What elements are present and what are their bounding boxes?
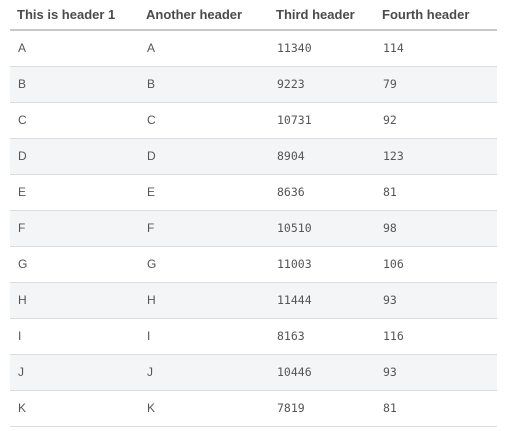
table-cell: 114 [375, 30, 497, 67]
table-cell: B [10, 66, 139, 103]
table-header: This is header 1 Another header Third he… [10, 0, 497, 31]
table-cell: H [10, 282, 139, 319]
table-row: B B 9223 79 [10, 66, 497, 103]
table-cell: 10731 [269, 102, 375, 139]
table-cell: A [10, 30, 139, 67]
table-cell: 81 [375, 390, 497, 427]
table-row: F F 10510 98 [10, 210, 497, 247]
table-cell: 11340 [269, 30, 375, 67]
table-cell: A [139, 30, 269, 67]
table-cell: H [139, 282, 269, 319]
table-cell: 106 [375, 246, 497, 283]
table-cell: D [10, 138, 139, 175]
table-cell: 81 [375, 174, 497, 211]
table-row: A A 11340 114 [10, 30, 497, 67]
table-cell: 9223 [269, 66, 375, 103]
table-cell: 79 [375, 66, 497, 103]
table-cell: 98 [375, 210, 497, 247]
data-table: This is header 1 Another header Third he… [10, 0, 497, 427]
table-cell: 10446 [269, 354, 375, 391]
table-row: K K 7819 81 [10, 390, 497, 427]
table-cell: 93 [375, 354, 497, 391]
table-container: This is header 1 Another header Third he… [0, 0, 507, 431]
table-row: H H 11444 93 [10, 282, 497, 319]
column-header-3[interactable]: Third header [269, 0, 375, 31]
table-cell: 123 [375, 138, 497, 175]
table-cell: K [139, 390, 269, 427]
header-row: This is header 1 Another header Third he… [10, 0, 497, 31]
table-row: G G 11003 106 [10, 246, 497, 283]
table-row: D D 8904 123 [10, 138, 497, 175]
table-cell: D [139, 138, 269, 175]
table-cell: F [10, 210, 139, 247]
column-header-2[interactable]: Another header [139, 0, 269, 31]
table-row: J J 10446 93 [10, 354, 497, 391]
table-cell: 11444 [269, 282, 375, 319]
column-header-4[interactable]: Fourth header [375, 0, 497, 31]
table-cell: 93 [375, 282, 497, 319]
table-cell: 8904 [269, 138, 375, 175]
table-row: I I 8163 116 [10, 318, 497, 355]
table-cell: 7819 [269, 390, 375, 427]
table-cell: J [139, 354, 269, 391]
table-cell: J [10, 354, 139, 391]
table-cell: C [10, 102, 139, 139]
table-cell: 11003 [269, 246, 375, 283]
table-cell: 116 [375, 318, 497, 355]
table-row: E E 8636 81 [10, 174, 497, 211]
table-cell: I [10, 318, 139, 355]
table-body: A A 11340 114 B B 9223 79 C C 10731 92 D… [10, 30, 497, 427]
table-cell: F [139, 210, 269, 247]
column-header-1[interactable]: This is header 1 [10, 0, 139, 31]
table-cell: G [10, 246, 139, 283]
table-cell: 8636 [269, 174, 375, 211]
table-cell: I [139, 318, 269, 355]
table-cell: B [139, 66, 269, 103]
table-cell: G [139, 246, 269, 283]
table-row: C C 10731 92 [10, 102, 497, 139]
table-cell: E [139, 174, 269, 211]
table-cell: C [139, 102, 269, 139]
table-cell: 92 [375, 102, 497, 139]
table-cell: K [10, 390, 139, 427]
table-cell: 8163 [269, 318, 375, 355]
table-cell: 10510 [269, 210, 375, 247]
table-cell: E [10, 174, 139, 211]
